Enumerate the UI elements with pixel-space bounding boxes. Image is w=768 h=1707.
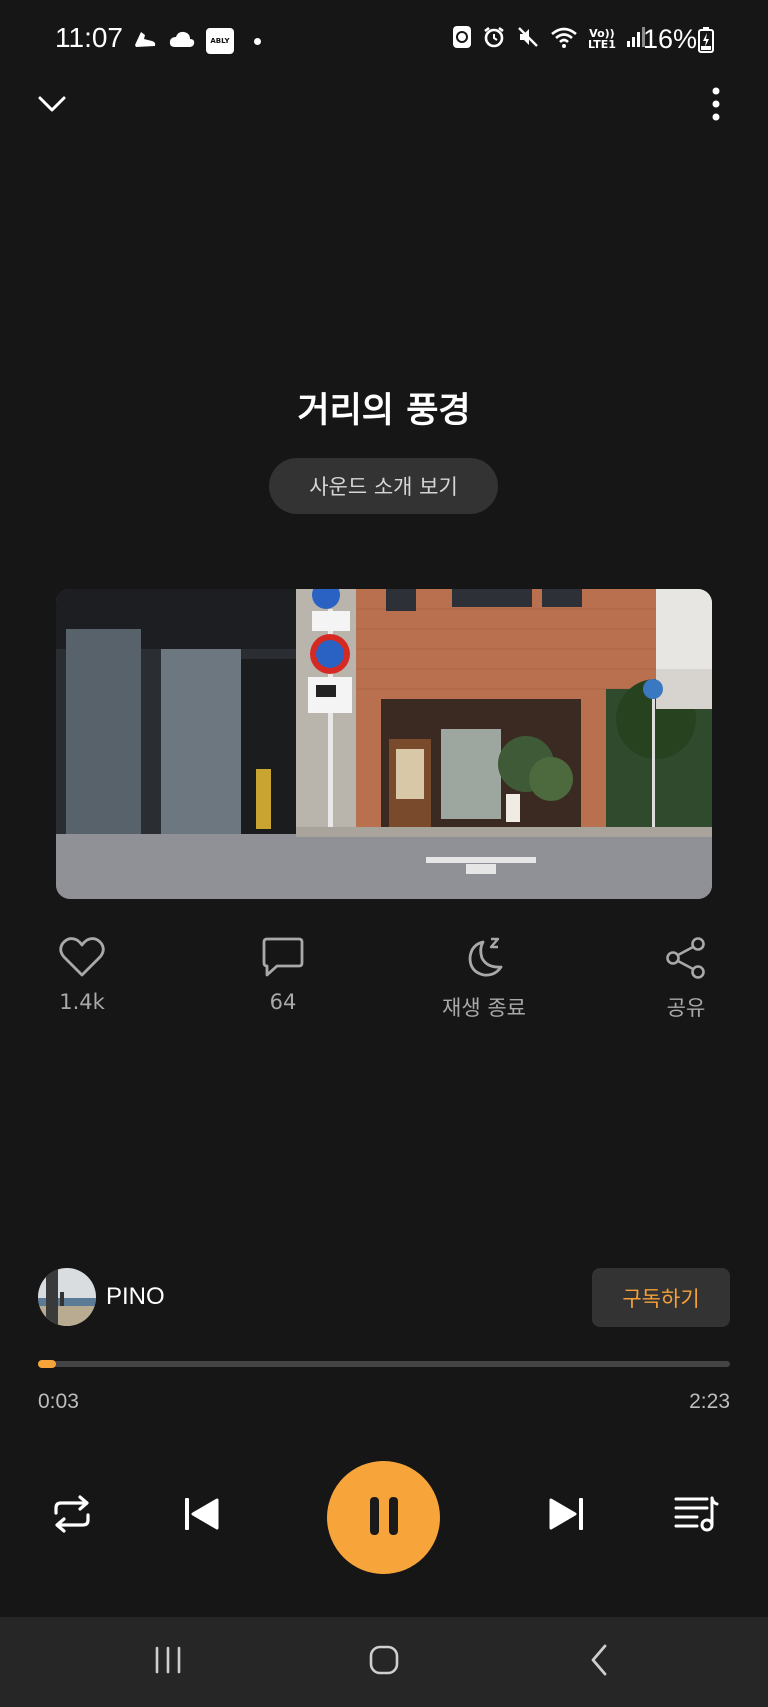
sound-intro-button[interactable]: 사운드 소개 보기 <box>269 458 498 514</box>
heart-icon <box>59 936 105 982</box>
chevron-down-icon <box>37 95 67 117</box>
comment-icon <box>261 936 305 982</box>
home-button[interactable] <box>354 1640 414 1684</box>
lte-indicator: Vo)) LTE1 <box>588 27 616 51</box>
status-time: 11:07 <box>55 22 123 53</box>
sleep-timer-button[interactable]: 재생 종료 <box>424 936 544 1022</box>
home-icon <box>368 1644 400 1680</box>
recent-apps-button[interactable] <box>138 1640 198 1684</box>
skip-next-icon <box>546 1495 586 1537</box>
cover-image <box>56 589 712 899</box>
next-button[interactable] <box>536 1488 596 1544</box>
mute-icon <box>516 25 540 53</box>
current-time: 0:03 <box>38 1390 79 1413</box>
progress-bar[interactable] <box>38 1360 730 1368</box>
comment-button[interactable]: 64 <box>223 936 343 1014</box>
status-left-icons: ABLY <box>132 26 261 56</box>
like-count: 1.4k <box>59 990 105 1014</box>
share-button[interactable]: 공유 <box>626 936 746 1022</box>
battery-icon <box>698 27 714 57</box>
sneaker-icon <box>132 26 158 56</box>
repeat-icon <box>50 1493 94 1539</box>
artist-name[interactable]: PINO <box>106 1283 165 1311</box>
sleep-timer-label: 재생 종료 <box>442 996 526 1020</box>
more-vert-icon <box>711 87 721 125</box>
status-right-icons: Vo)) LTE1 <box>452 24 646 54</box>
ably-app-icon: ABLY <box>206 28 234 54</box>
artist-avatar[interactable] <box>38 1268 96 1326</box>
collapse-button[interactable] <box>30 84 74 128</box>
recent-apps-icon <box>153 1646 183 1678</box>
like-button[interactable]: 1.4k <box>22 936 142 1014</box>
back-icon <box>588 1643 610 1681</box>
sync-icon <box>452 24 472 54</box>
queue-button[interactable] <box>664 1488 728 1544</box>
track-title: 거리의 풍경 <box>297 391 471 431</box>
share-label: 공유 <box>666 996 706 1020</box>
battery-text: 16% <box>643 24 698 54</box>
wifi-icon <box>550 25 578 53</box>
progress-fill <box>38 1360 56 1368</box>
pause-button[interactable] <box>327 1461 440 1574</box>
share-icon <box>664 936 708 984</box>
sleep-timer-icon <box>461 936 507 984</box>
pause-icon <box>367 1495 401 1541</box>
previous-button[interactable] <box>172 1488 232 1544</box>
notification-dot-icon <box>254 37 261 45</box>
subscribe-button[interactable]: 구독하기 <box>592 1268 730 1327</box>
more-options-button[interactable] <box>694 84 738 128</box>
comment-count: 64 <box>269 990 297 1014</box>
queue-music-icon <box>673 1494 719 1538</box>
back-button[interactable] <box>569 1640 629 1684</box>
repeat-button[interactable] <box>40 1488 104 1544</box>
total-time: 2:23 <box>689 1390 730 1413</box>
alarm-icon <box>482 25 506 53</box>
cloud-icon <box>168 28 196 54</box>
skip-previous-icon <box>182 1495 222 1537</box>
